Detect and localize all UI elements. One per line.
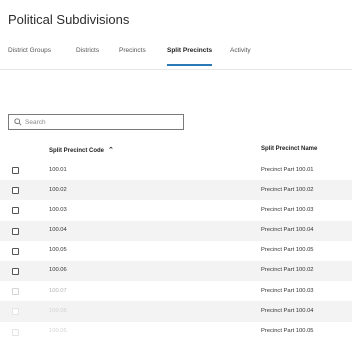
column-header-code[interactable]: Split Precinct Code ⌃: [49, 146, 114, 154]
table-row[interactable]: 100.03 Precinct Part 100.03: [0, 200, 352, 220]
tab-activity[interactable]: Activity: [230, 47, 251, 65]
split-precinct-name: Precinct Part 100.05: [261, 247, 314, 254]
split-precinct-name: Precinct Part 100.03: [261, 287, 314, 294]
split-precinct-code: 100.02: [49, 186, 67, 193]
row-checkbox[interactable]: [12, 267, 19, 275]
split-precinct-name: Precinct Part 100.05: [261, 328, 314, 334]
split-precinct-code: 100.08: [49, 307, 67, 314]
row-checkbox[interactable]: [12, 308, 19, 316]
row-checkbox[interactable]: [12, 167, 19, 174]
table-row[interactable]: 100.06 Precinct Part 100.02: [0, 260, 352, 282]
row-checkbox[interactable]: [12, 227, 19, 235]
tab-precincts[interactable]: Precincts: [119, 47, 146, 65]
column-header-name[interactable]: Split Precinct Name: [261, 146, 317, 152]
split-precinct-name: Precinct Part 100.04: [261, 307, 314, 314]
split-precinct-code: 100.07: [49, 287, 67, 294]
split-precinct-code: 100.01: [49, 166, 67, 173]
split-precinct-name: Precinct Part 100.03: [261, 206, 314, 213]
subdivision-tabs: District Groups Districts Precincts Spli…: [8, 47, 352, 69]
table-row[interactable]: 100.07 Precinct Part 100.03: [0, 281, 352, 301]
table-row[interactable]: 100.05 Precinct Part 100.05: [0, 322, 352, 342]
tabs-divider: [0, 69, 352, 70]
split-precinct-code: 100.06: [49, 267, 67, 274]
split-precinct-name: Precinct Part 100.02: [261, 267, 314, 274]
table-row[interactable]: 100.04 Precinct Part 100.04: [0, 220, 352, 241]
row-checkbox[interactable]: [12, 187, 19, 195]
split-precincts-table: Split Precinct Code ⌃ Split Precinct Name…: [0, 140, 352, 342]
split-precinct-code: 100.05: [49, 247, 67, 254]
split-precinct-name: Precinct Part 100.04: [261, 227, 314, 234]
table-row[interactable]: 100.05 Precinct Part 100.05: [0, 241, 352, 261]
search-box[interactable]: [8, 114, 184, 130]
search-icon: [14, 118, 22, 126]
split-precinct-name: Precinct Part 100.01: [261, 166, 314, 173]
split-precinct-name: Precinct Part 100.02: [261, 186, 314, 193]
row-checkbox[interactable]: [12, 207, 19, 215]
tab-districts[interactable]: Districts: [76, 47, 99, 65]
split-precinct-code: 100.05: [49, 328, 67, 334]
table-row[interactable]: 100.08 Precinct Part 100.04: [0, 301, 352, 322]
row-checkbox[interactable]: [12, 247, 19, 255]
page-title: Political Subdivisions: [8, 12, 130, 27]
column-header-code-label: Split Precinct Code: [49, 148, 105, 154]
row-checkbox[interactable]: [12, 288, 19, 296]
tab-district-groups[interactable]: District Groups: [8, 47, 51, 65]
table-header: Split Precinct Code ⌃ Split Precinct Name: [0, 140, 352, 160]
table-row[interactable]: 100.02 Precinct Part 100.02: [0, 180, 352, 201]
row-checkbox[interactable]: [12, 328, 19, 336]
split-precinct-code: 100.04: [49, 227, 67, 234]
tab-split-precincts[interactable]: Split Precincts: [167, 47, 213, 66]
search-input[interactable]: [25, 115, 180, 129]
split-precinct-code: 100.03: [49, 206, 67, 213]
caret-up-icon: ⌃: [108, 147, 114, 154]
table-row[interactable]: 100.01 Precinct Part 100.01: [0, 160, 352, 180]
